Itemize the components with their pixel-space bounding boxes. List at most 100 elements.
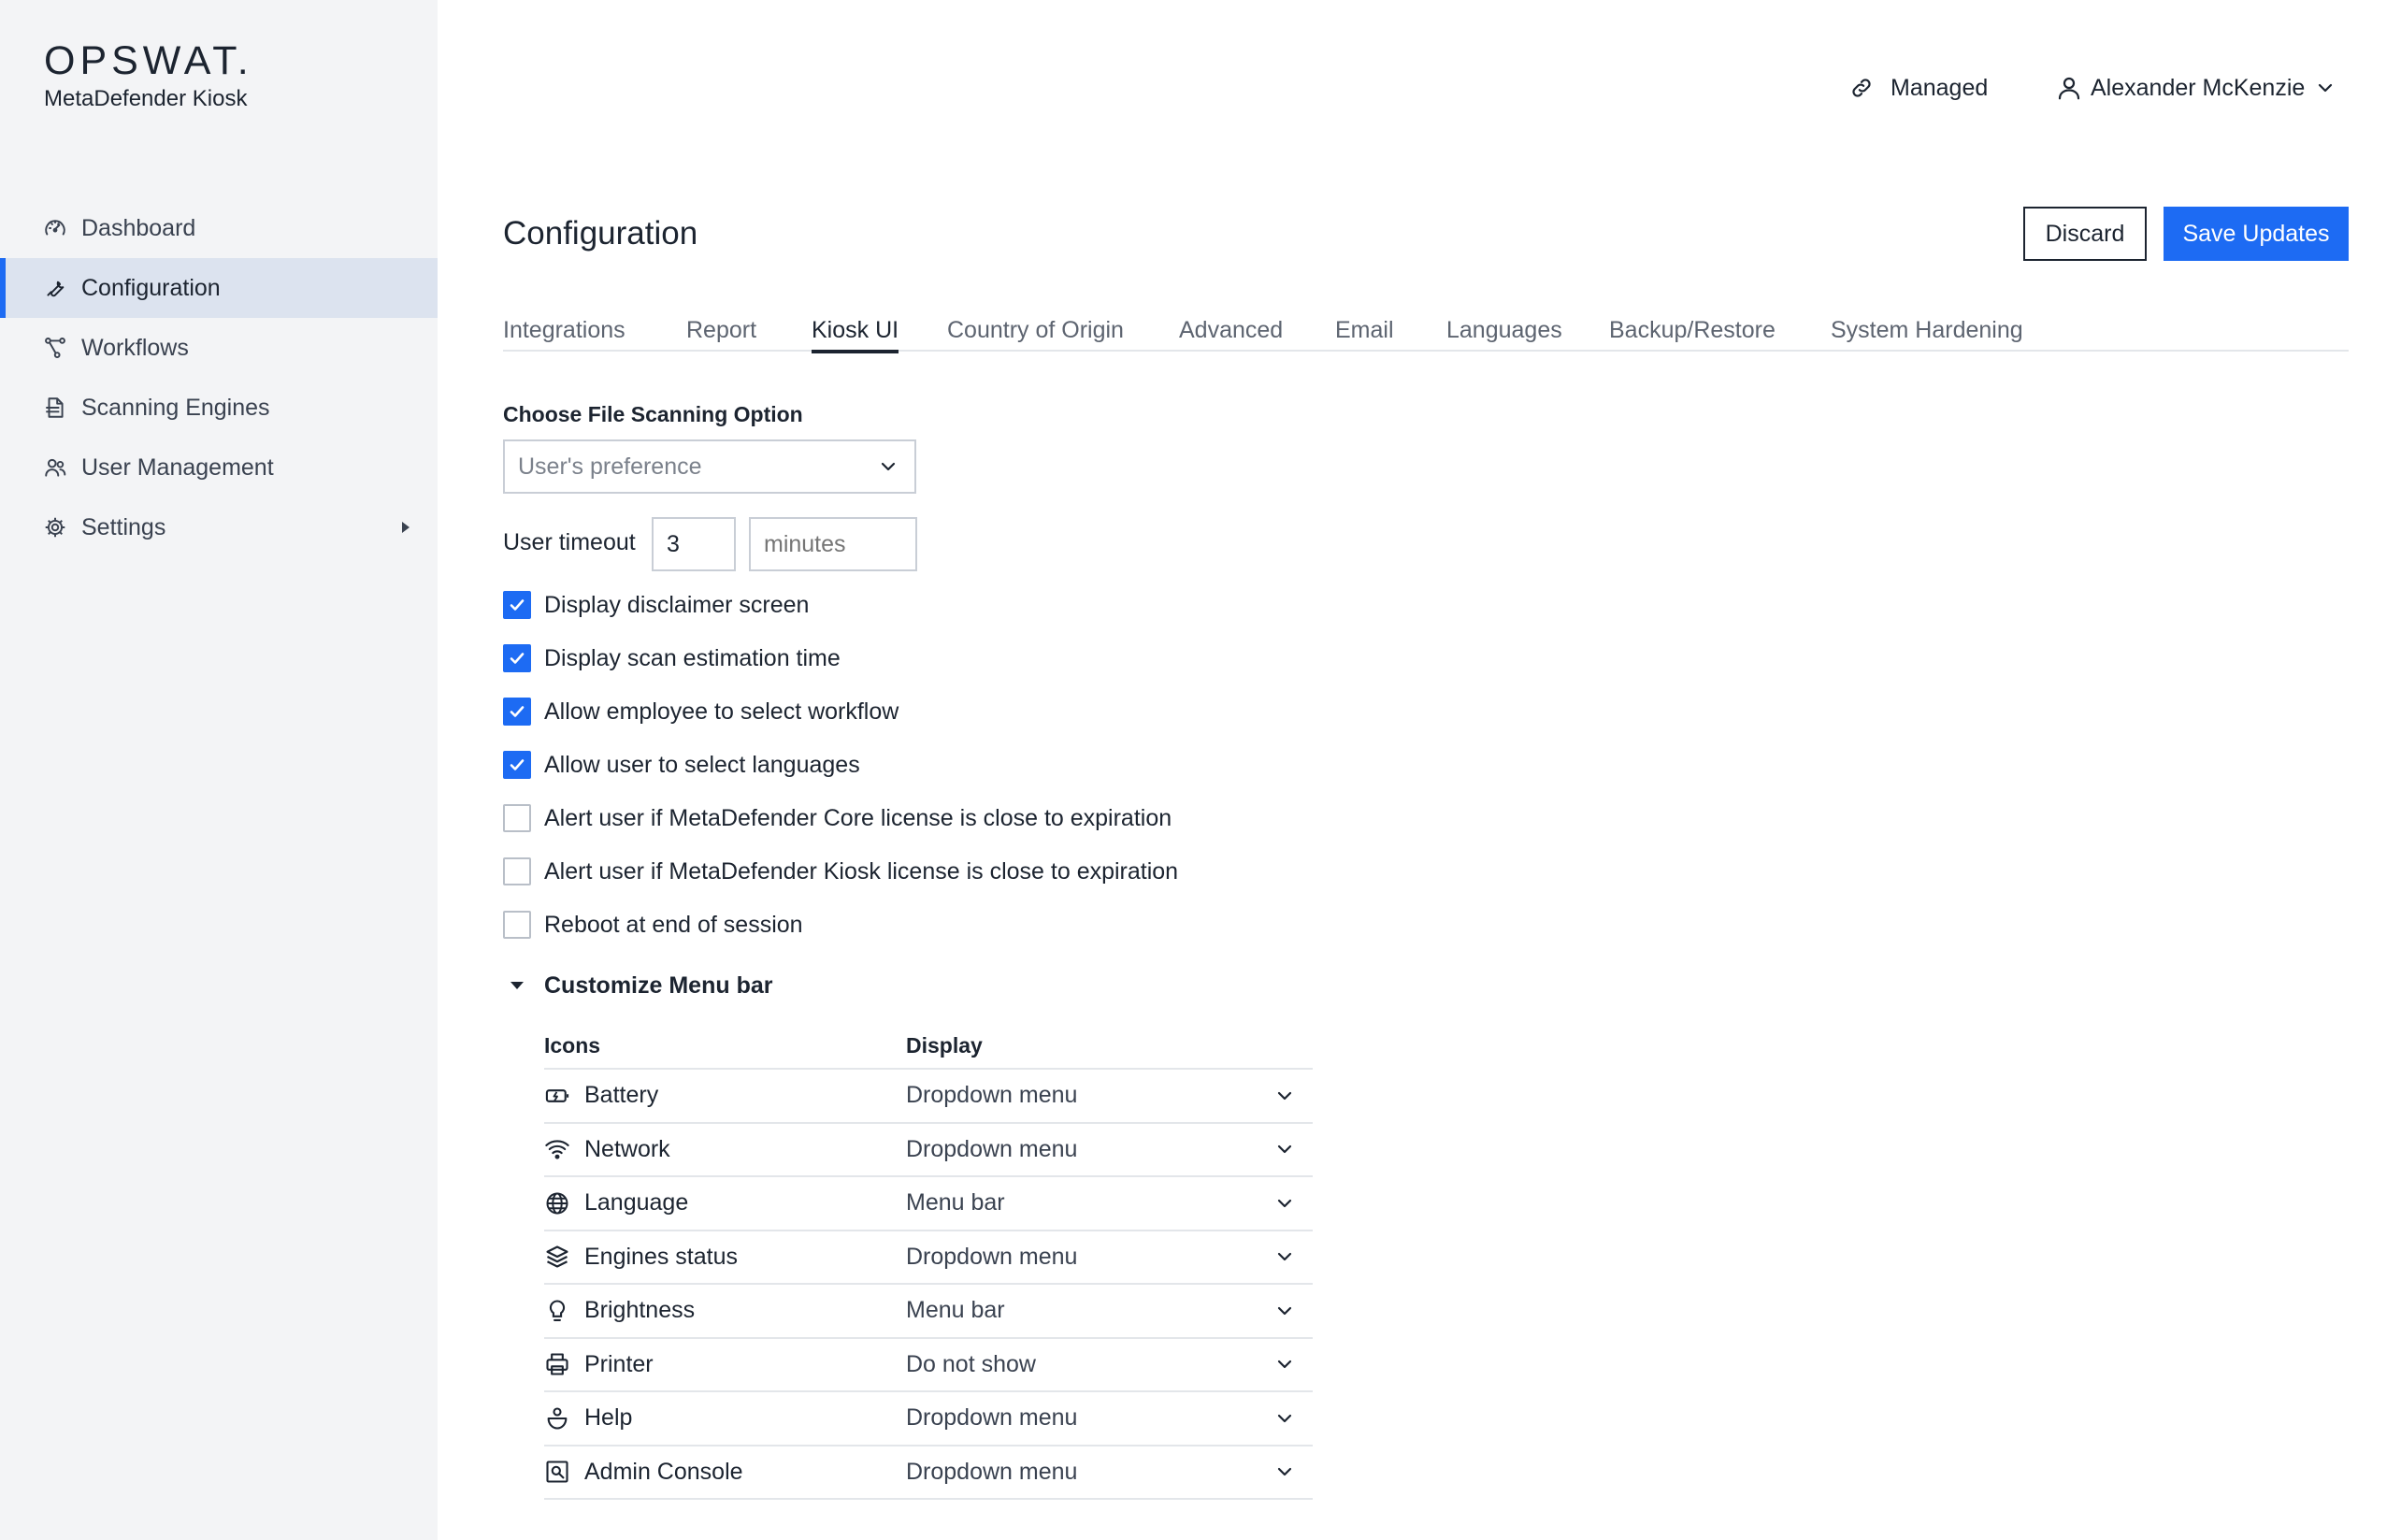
help-icon xyxy=(544,1405,570,1432)
sidebar-item-label: Dashboard xyxy=(81,214,196,241)
display-select[interactable]: Do not show xyxy=(906,1339,1313,1391)
battery-icon xyxy=(544,1083,570,1109)
user-menu[interactable]: Alexander McKenzie xyxy=(2055,69,2335,107)
tab-integrations[interactable]: Integrations xyxy=(503,309,625,352)
checkbox-checked[interactable] xyxy=(503,751,531,779)
chevron-down-icon xyxy=(1275,1087,1294,1105)
checkbox-label: Display disclaimer screen xyxy=(544,591,810,618)
checkbox-select-languages[interactable]: Allow user to select languages xyxy=(503,750,860,780)
sidebar-item-label: Configuration xyxy=(81,274,221,301)
tab-backup-restore[interactable]: Backup/Restore xyxy=(1609,309,1776,352)
table-row: Network Dropdown menu xyxy=(544,1124,1313,1177)
timeout-input[interactable] xyxy=(652,517,736,571)
tab-report[interactable]: Report xyxy=(686,309,756,352)
chevron-down-icon xyxy=(1275,1462,1294,1481)
scan-option-label: Choose File Scanning Option xyxy=(503,402,803,426)
display-select[interactable]: Dropdown menu xyxy=(906,1231,1313,1284)
checkbox-display-scan-estimation[interactable]: Display scan estimation time xyxy=(503,643,841,673)
checkbox-reboot-end-session[interactable]: Reboot at end of session xyxy=(503,910,803,940)
tab-system-hardening[interactable]: System Hardening xyxy=(1831,309,2023,352)
row-name-cell: Engines status xyxy=(544,1244,906,1271)
sidebar-item-label: Workflows xyxy=(81,334,189,361)
tab-kiosk-ui[interactable]: Kiosk UI xyxy=(812,309,899,353)
caret-down-icon xyxy=(503,980,531,991)
chevron-down-icon xyxy=(1275,1194,1294,1213)
display-select[interactable]: Dropdown menu xyxy=(906,1392,1313,1445)
printer-icon xyxy=(544,1351,570,1377)
sidebar-item-label: Settings xyxy=(81,513,166,540)
link-icon xyxy=(1849,76,1874,100)
row-name-cell: Admin Console xyxy=(544,1459,906,1486)
sidebar-item-settings[interactable]: Settings xyxy=(0,497,438,557)
checkbox-select-workflow[interactable]: Allow employee to select workflow xyxy=(503,697,899,727)
checkbox-checked[interactable] xyxy=(503,591,531,619)
workflow-icon xyxy=(42,335,68,361)
user-icon xyxy=(2055,74,2083,102)
sidebar-item-workflows[interactable]: Workflows xyxy=(0,318,438,378)
row-name: Printer xyxy=(584,1350,654,1377)
tab-languages[interactable]: Languages xyxy=(1446,309,1562,352)
customize-menu-bar-toggle[interactable]: Customize Menu bar xyxy=(503,971,772,1000)
chevron-down-icon xyxy=(1275,1409,1294,1428)
checkbox-unchecked[interactable] xyxy=(503,857,531,885)
checkbox-checked[interactable] xyxy=(503,644,531,672)
checkbox-unchecked[interactable] xyxy=(503,911,531,939)
managed-status: Managed xyxy=(1849,69,1988,107)
tab-advanced[interactable]: Advanced xyxy=(1179,309,1283,352)
admin-console-icon xyxy=(544,1459,570,1485)
tab-email[interactable]: Email xyxy=(1335,309,1394,352)
display-select[interactable]: Menu bar xyxy=(906,1177,1313,1230)
display-value: Do not show xyxy=(906,1350,1036,1377)
table-row: Engines status Dropdown menu xyxy=(544,1231,1313,1285)
row-name-cell: Help xyxy=(544,1404,906,1432)
checkbox-core-license-alert[interactable]: Alert user if MetaDefender Core license … xyxy=(503,803,1172,833)
checkbox-label: Display scan estimation time xyxy=(544,644,841,671)
managed-label: Managed xyxy=(1891,74,1989,101)
table-row: Battery Dropdown menu xyxy=(544,1070,1313,1124)
display-select[interactable]: Dropdown menu xyxy=(906,1124,1313,1176)
checkbox-kiosk-license-alert[interactable]: Alert user if MetaDefender Kiosk license… xyxy=(503,856,1178,886)
table-row: Printer Do not show xyxy=(544,1339,1313,1392)
checkbox-label: Allow employee to select workflow xyxy=(544,698,899,725)
sidebar-item-dashboard[interactable]: Dashboard xyxy=(0,198,438,258)
display-value: Dropdown menu xyxy=(906,1135,1078,1162)
row-name: Battery xyxy=(584,1082,659,1109)
expand-caret-icon[interactable] xyxy=(400,520,411,535)
page-title: Configuration xyxy=(503,215,698,252)
scan-option-select[interactable]: User's preference xyxy=(503,439,916,494)
save-updates-button[interactable]: Save Updates xyxy=(2164,207,2349,261)
display-select[interactable]: Dropdown menu xyxy=(906,1070,1313,1122)
logo: OPSWAT. MetaDefender Kiosk xyxy=(44,39,253,113)
chevron-down-icon xyxy=(1275,1140,1294,1159)
tab-country-of-origin[interactable]: Country of Origin xyxy=(947,309,1124,352)
sidebar-item-scanning-engines[interactable]: Scanning Engines xyxy=(0,378,438,438)
table-header: Icons Display xyxy=(544,1023,1313,1070)
section-label: Customize Menu bar xyxy=(544,971,773,999)
checkbox-label: Alert user if MetaDefender Kiosk license… xyxy=(544,857,1179,885)
display-value: Dropdown menu xyxy=(906,1458,1078,1485)
checkbox-display-disclaimer[interactable]: Display disclaimer screen xyxy=(503,590,809,620)
row-name-cell: Battery xyxy=(544,1082,906,1109)
chevron-down-icon xyxy=(1275,1302,1294,1320)
table-row: Brightness Menu bar xyxy=(544,1285,1313,1339)
scan-option-value: User's preference xyxy=(518,453,702,480)
chevron-down-icon xyxy=(879,457,898,476)
menu-bar-table: Icons Display Battery Dropdown menu Netw… xyxy=(544,1023,1313,1500)
chevron-down-icon xyxy=(1275,1247,1294,1266)
config-tabs: Integrations Report Kiosk UI Country of … xyxy=(503,309,2349,353)
display-select[interactable]: Dropdown menu xyxy=(906,1446,1313,1499)
row-name: Help xyxy=(584,1404,633,1432)
table-row: Admin Console Dropdown menu xyxy=(544,1446,1313,1500)
display-select[interactable]: Menu bar xyxy=(906,1285,1313,1337)
wrench-icon xyxy=(42,275,68,301)
table-row: Help Dropdown menu xyxy=(544,1392,1313,1446)
dashboard-icon xyxy=(42,215,68,241)
discard-button[interactable]: Discard xyxy=(2023,207,2147,261)
timeout-unit-field[interactable] xyxy=(749,517,917,571)
sidebar-item-configuration[interactable]: Configuration xyxy=(0,258,438,318)
checkbox-unchecked[interactable] xyxy=(503,804,531,832)
sidebar-item-user-management[interactable]: User Management xyxy=(0,438,438,497)
checkbox-label: Allow user to select languages xyxy=(544,751,860,778)
globe-icon xyxy=(544,1190,570,1216)
checkbox-checked[interactable] xyxy=(503,698,531,726)
